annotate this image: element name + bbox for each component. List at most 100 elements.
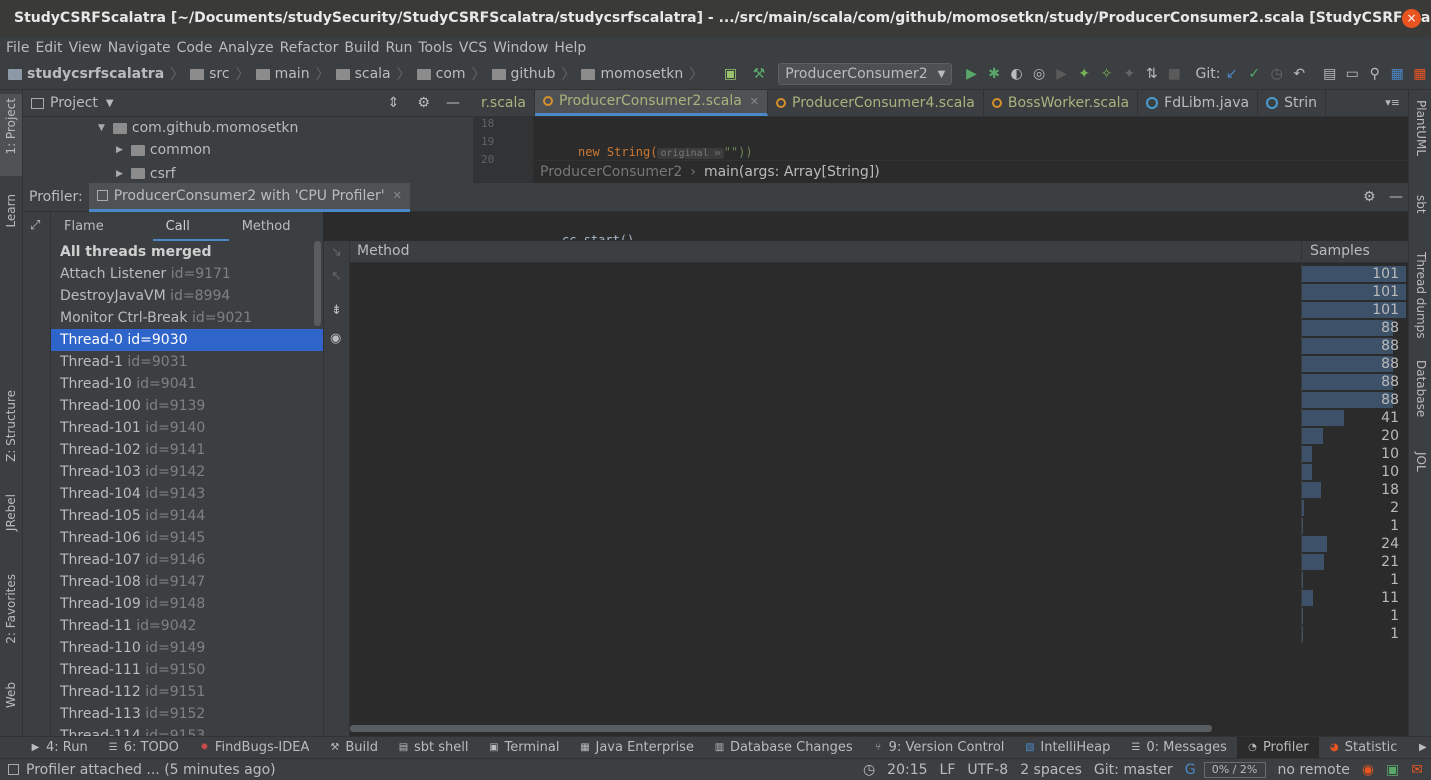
- chevron-down-icon[interactable]: ▼: [106, 98, 114, 109]
- bottom-tab-build[interactable]: ⚒ Build: [319, 737, 388, 758]
- bottom-tab-serv[interactable]: ▶Serv: [1407, 737, 1431, 758]
- breadcrumb-item[interactable]: com 〉: [416, 64, 492, 84]
- coverage-icon[interactable]: ◐: [1009, 66, 1024, 82]
- menu-item-code[interactable]: Code: [177, 40, 213, 56]
- menu-item-build[interactable]: Build: [344, 40, 379, 56]
- database-tool-button[interactable]: Database: [1414, 360, 1428, 417]
- editor-tab[interactable]: BossWorker.scala: [984, 90, 1139, 116]
- jrebel-tool-button[interactable]: JRebel: [4, 494, 18, 531]
- terminal-toolbar-icon[interactable]: ▣: [723, 66, 738, 82]
- thread-list-item[interactable]: Thread-102 id=9141: [51, 439, 323, 461]
- collapse-icon[interactable]: ↖: [331, 269, 342, 284]
- attach-icon[interactable]: ⇅: [1144, 66, 1159, 82]
- project-panel-title[interactable]: Project: [50, 95, 98, 111]
- call-tree-row[interactable]: ▶< 1 %[not_walkable_Java]1: [350, 607, 1408, 625]
- tree-item-csrf[interactable]: ▶ csrf: [116, 164, 176, 183]
- menu-item-navigate[interactable]: Navigate: [108, 40, 171, 56]
- gear-icon[interactable]: ⚙: [1363, 189, 1376, 205]
- bottom-tab-database-changes[interactable]: ▥ Database Changes: [704, 737, 863, 758]
- thread-list-item[interactable]: Thread-104 id=9143: [51, 483, 323, 505]
- status-message[interactable]: Profiler attached ... (5 minutes ago): [26, 762, 276, 778]
- thread-list-item[interactable]: DestroyJavaVM id=8994: [51, 285, 323, 307]
- chrome-icon[interactable]: ◉: [1362, 762, 1374, 778]
- translate-icon[interactable]: ▦: [1390, 66, 1405, 82]
- call-tree-row[interactable]: ▶9.7 %2[unknown] → __pthread_cond_wait10: [350, 463, 1408, 481]
- thread-list-item[interactable]: Attach Listener id=9171: [51, 263, 323, 285]
- plantuml-tool-button[interactable]: PlantUML: [1414, 100, 1428, 156]
- structure-tool-button[interactable]: Z: Structure: [4, 390, 18, 462]
- run-configuration-select[interactable]: ProducerConsumer2 ▼: [778, 63, 953, 85]
- project-structure-icon[interactable]: ▤: [1322, 66, 1337, 82]
- project-tool-button[interactable]: 1: Project: [4, 98, 18, 155]
- breadcrumb-class[interactable]: ProducerConsumer2: [540, 164, 682, 180]
- bottom-tab-findbugs-idea[interactable]: ✹ FindBugs-IDEA: [189, 737, 319, 758]
- call-tree-row[interactable]: 1.9 %4java.util.concurrent.ArrayBlocking…: [350, 571, 1408, 589]
- tree-item-common[interactable]: ▶ common: [116, 142, 211, 158]
- memory-indicator[interactable]: 0% / 2%: [1203, 761, 1266, 778]
- call-tree-row[interactable]: ▶20.4 %java.util.concurrent.locks.Reentr…: [350, 553, 1408, 571]
- menu-item-vcs[interactable]: VCS: [459, 40, 487, 56]
- expand-icon[interactable]: ↘: [331, 245, 342, 260]
- breadcrumb-item[interactable]: studycsrfscalatra 〉: [8, 64, 190, 84]
- call-tree-row[interactable]: ▼85.4 %com.github.momosetkn.study.Produc…: [350, 337, 1408, 355]
- call-tree-row[interactable]: ▼98.1 %com.github.momosetkn.study.Produc…: [350, 301, 1408, 319]
- close-icon[interactable]: ✕: [393, 189, 402, 202]
- thread-list-item[interactable]: Thread-1 id=9031: [51, 351, 323, 373]
- git-revert-icon[interactable]: ↶: [1292, 66, 1307, 82]
- google-icon[interactable]: G: [1185, 762, 1196, 778]
- run-dim-icon[interactable]: ▶: [1054, 66, 1069, 82]
- learn-tool-button[interactable]: Learn: [4, 194, 18, 228]
- indent-setting[interactable]: 2 spaces: [1020, 762, 1082, 778]
- editor-tab[interactable]: ProducerConsumer4.scala: [768, 90, 984, 116]
- menu-item-file[interactable]: File: [6, 40, 29, 56]
- call-tree-row[interactable]: ▼98.1 %java.lang.Thread.run101: [350, 265, 1408, 283]
- thread-list-item[interactable]: Thread-105 id=9144: [51, 505, 323, 527]
- call-tree-hscrollbar[interactable]: [350, 725, 1212, 732]
- call-tree-row[interactable]: ▼98.1 %com.github.momosetkn.study.Produc…: [350, 283, 1408, 301]
- call-tree-row[interactable]: < 1 %6OptoRuntime::new_instance_C(Klass*…: [350, 625, 1408, 643]
- menu-item-analyze[interactable]: Analyze: [218, 40, 273, 56]
- menu-item-help[interactable]: Help: [554, 40, 586, 56]
- editor-tab[interactable]: ProducerConsumer2.scala ✕: [534, 90, 769, 116]
- thread-list-item[interactable]: Thread-110 id=9149: [51, 637, 323, 659]
- thread-list-item[interactable]: Thread-111 id=9150: [51, 659, 323, 681]
- tab-method-list[interactable]: Method List: [229, 212, 323, 263]
- thread-list-item[interactable]: Thread-112 id=9151: [51, 681, 323, 703]
- breadcrumb-item[interactable]: src 〉: [190, 64, 255, 84]
- editor-tab[interactable]: FdLibm.java: [1138, 90, 1259, 116]
- thread-list-item[interactable]: All threads merged: [51, 241, 323, 263]
- plugin-icon[interactable]: ▦: [1413, 66, 1428, 82]
- breadcrumb-item[interactable]: github 〉: [491, 64, 582, 84]
- editor-tab[interactable]: Strin: [1258, 90, 1326, 116]
- search-icon[interactable]: ⚲: [1368, 66, 1383, 82]
- git-commit-icon[interactable]: ✓: [1247, 66, 1262, 82]
- event-log-icon[interactable]: ✉: [1411, 762, 1423, 778]
- thread-list-item[interactable]: Monitor Ctrl-Break id=9021: [51, 307, 323, 329]
- call-tree-row[interactable]: ▼85.4 %com.github.momosetkn.study.Produc…: [350, 355, 1408, 373]
- sbt-tool-button[interactable]: sbt: [1414, 195, 1428, 214]
- tab-call-tree[interactable]: Call Tree: [152, 212, 229, 263]
- call-tree-row[interactable]: ▶17.5 %java.util.concurrent.locks.Abstra…: [350, 481, 1408, 499]
- thread-dumps-tool-button[interactable]: Thread dumps: [1414, 252, 1428, 339]
- breadcrumb-item[interactable]: main 〉: [255, 64, 336, 84]
- menu-item-view[interactable]: View: [69, 40, 102, 56]
- jrebel-run-icon[interactable]: ✦: [1077, 66, 1092, 82]
- breadcrumb-method[interactable]: main(args: Array[String]): [704, 164, 880, 180]
- merge-icon[interactable]: ⇟: [331, 303, 342, 318]
- build-hammer-icon[interactable]: ⚒: [752, 66, 767, 82]
- debug-icon[interactable]: ✱: [987, 66, 1002, 82]
- call-tree-row[interactable]: ▶9.7 %Unsafe_Park10: [350, 445, 1408, 463]
- menu-item-refactor[interactable]: Refactor: [280, 40, 339, 56]
- jol-tool-button[interactable]: JOL: [1414, 452, 1428, 472]
- web-tool-button[interactable]: Web: [4, 682, 18, 708]
- favorites-tool-button[interactable]: 2: Favorites: [4, 574, 18, 644]
- remote-status[interactable]: no remote: [1278, 762, 1350, 778]
- thread-list-item[interactable]: Thread-11 id=9042: [51, 615, 323, 637]
- caret-position[interactable]: 20:15: [887, 762, 927, 778]
- profiler-session-tab[interactable]: ProducerConsumer2 with 'CPU Profiler' ✕: [88, 182, 410, 212]
- call-tree-row[interactable]: ▼85.4 %java.util.concurrent.ArrayBlockin…: [350, 391, 1408, 409]
- bottom-tab-sbt-shell[interactable]: ▤ sbt shell: [388, 737, 479, 758]
- plugin-status-icon[interactable]: ▣: [1386, 762, 1399, 778]
- menu-item-window[interactable]: Window: [493, 40, 548, 56]
- thread-list-item[interactable]: Thread-106 id=9145: [51, 527, 323, 549]
